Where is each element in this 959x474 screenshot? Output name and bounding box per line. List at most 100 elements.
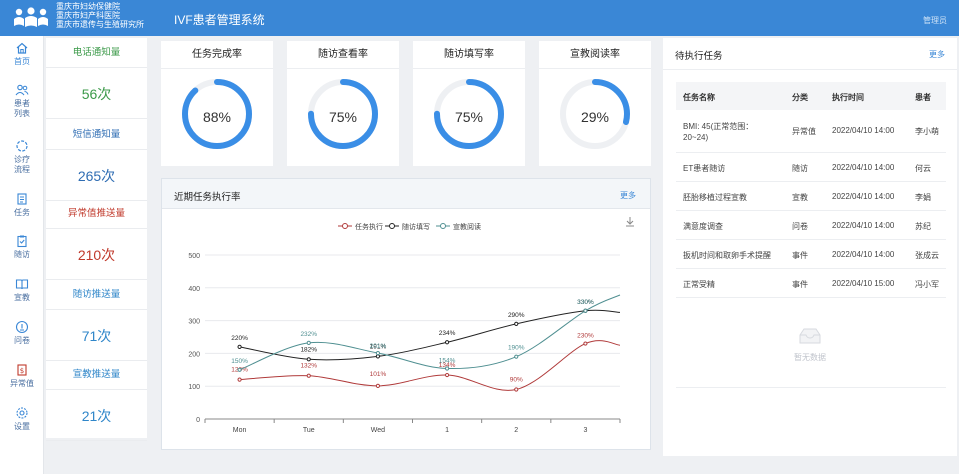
stat-label-abnormal: 异常值推送量 <box>46 199 147 229</box>
legend-label: 宣教阅读 <box>453 222 481 231</box>
gauge-title: 随访查看率 <box>287 41 399 69</box>
legend-item: 宣教阅读 <box>436 222 481 231</box>
task-name: 胚胎移植过程宣教 <box>683 193 747 202</box>
task-icon <box>17 193 27 205</box>
table-row[interactable]: 正常受精 事件 2022/04/10 15:00 冯小军 <box>676 269 946 298</box>
task-time: 2022/04/10 14:00 <box>832 126 895 135</box>
gauge-title: 宣教阅读率 <box>539 41 651 69</box>
tasks-more-link[interactable]: 更多 <box>929 49 945 60</box>
y-tick-label: 500 <box>188 253 200 260</box>
gauge-percent: 29% <box>580 109 610 125</box>
sidebar-item-home[interactable]: 首页 <box>0 41 44 67</box>
stat-label-sms: 短信通知量 <box>46 120 147 150</box>
table-row[interactable]: BMI: 45(正常范围： 20~24) 异常值 2022/04/10 14:00… <box>676 110 946 153</box>
hospital-logo-icon <box>14 7 48 27</box>
user-menu[interactable]: 管理员 <box>923 15 947 26</box>
stats-panel: 电话通知量 56次 短信通知量 265次 异常值推送量 210次 随访推送量 7… <box>46 38 147 441</box>
data-label: 182% <box>300 346 317 353</box>
y-tick-label: 300 <box>188 319 200 326</box>
table-row[interactable]: ET患者随访 随访 2022/04/10 14:00 何云 <box>676 153 946 182</box>
task-patient: 张成云 <box>915 251 939 260</box>
svg-text:$: $ <box>20 367 24 375</box>
table-row[interactable]: 胚胎移植过程宣教 宣教 2022/04/10 14:00 李娟 <box>676 182 946 211</box>
gauge-percent: 75% <box>454 109 484 125</box>
legend-item: 随访填写 <box>385 222 430 231</box>
followup-icon <box>17 235 27 248</box>
legend-item: 任务执行 <box>338 222 383 231</box>
task-type: 事件 <box>792 280 808 289</box>
legend-label: 任务执行 <box>355 222 383 231</box>
data-point <box>237 344 242 349</box>
app-header: 重庆市妇幼保健院 重庆市妇产科医院 重庆市遗传与生殖研究所 IVF患者管理系统 … <box>0 0 959 36</box>
table-header: 任务名称 分类 执行时间 患者 <box>676 82 946 110</box>
data-point <box>514 354 519 359</box>
task-time: 2022/04/10 14:00 <box>832 221 895 230</box>
sidebar-item-label: 宣教 <box>14 293 30 302</box>
sidebar-item-patients[interactable]: 患者 列表 <box>0 83 44 119</box>
task-name: 正常受精 <box>683 280 715 289</box>
sidebar-item-label: 患者 列表 <box>14 99 30 118</box>
gauge-card: 宣教阅读率 29% <box>539 41 651 166</box>
y-tick-label: 200 <box>188 351 200 358</box>
legend-marker <box>342 223 348 229</box>
task-name: BMI: 45(正常范围： 20~24) <box>683 121 783 143</box>
column-header: 分类 <box>792 93 808 102</box>
download-icon[interactable] <box>626 217 634 227</box>
gauge-card: 随访查看率 75% <box>287 41 399 166</box>
sidebar-item-settings[interactable]: 设置 <box>0 406 44 432</box>
task-name: 满意度调查 <box>683 222 723 231</box>
gauge-title: 随访填写率 <box>413 41 525 69</box>
sidebar-item-flow[interactable]: 诊疗 流程 <box>0 139 44 175</box>
task-name-line: 20~24) <box>683 133 709 142</box>
data-point <box>444 340 450 345</box>
hospital-name: 重庆市妇幼保健院 <box>56 2 120 11</box>
data-point <box>514 387 519 392</box>
data-label: 132% <box>300 363 317 370</box>
education-icon <box>15 279 29 290</box>
sidebar-item-followup[interactable]: 随访 <box>0 234 44 260</box>
column-header: 患者 <box>915 93 931 102</box>
task-type: 宣教 <box>792 193 808 202</box>
task-type: 随访 <box>792 164 808 173</box>
data-label: 154% <box>439 357 456 364</box>
data-label: 150% <box>231 358 248 365</box>
table-row[interactable]: 满意度调查 问卷 2022/04/10 14:00 苏纪 <box>676 211 946 240</box>
series-line <box>239 309 621 361</box>
abnormal-icon: $ <box>17 364 27 376</box>
stat-label-followup: 随访推送量 <box>46 280 147 310</box>
data-point <box>375 350 381 356</box>
data-point <box>444 366 450 371</box>
legend-marker <box>440 223 446 229</box>
data-point <box>583 341 588 346</box>
table-row[interactable]: 扳机时间和取卵手术提醒 事件 2022/04/10 14:00 张成云 <box>676 240 946 269</box>
stat-value-phone: 56次 <box>46 69 147 119</box>
chart-header: 近期任务执行率 更多 <box>162 179 650 209</box>
data-point <box>237 377 242 382</box>
sidebar-item-label: 诊疗 流程 <box>14 155 30 174</box>
sidebar-item-label: 异常值 <box>10 379 34 388</box>
column-header: 执行时间 <box>832 93 864 102</box>
gauge-card: 任务完成率 88% <box>161 41 273 166</box>
stat-label-education: 宣教推送量 <box>46 360 147 390</box>
data-label: 201% <box>370 343 387 350</box>
data-point <box>237 367 242 372</box>
data-label: 234% <box>439 330 456 337</box>
task-patient: 苏纪 <box>915 222 931 231</box>
data-label: 230% <box>577 333 594 340</box>
task-time: 2022/04/10 14:00 <box>832 250 895 259</box>
empty-state-text: 暂无数据 <box>794 353 826 362</box>
data-point <box>375 383 381 388</box>
data-label: 220% <box>231 335 248 342</box>
sidebar-item-education[interactable]: 宣教 <box>0 277 44 303</box>
hospital-names: 重庆市妇幼保健院 重庆市妇产科医院 重庆市遗传与生殖研究所 <box>56 2 144 29</box>
chart-more-link[interactable]: 更多 <box>620 190 636 201</box>
y-tick-label: 100 <box>188 384 200 391</box>
x-tick-label: Tue <box>303 427 315 434</box>
task-type: 事件 <box>792 251 808 260</box>
sidebar-item-abnormal[interactable]: $ 异常值 <box>0 363 44 389</box>
task-name: 扳机时间和取卵手术提醒 <box>683 251 771 260</box>
recent-task-chart-card: 近期任务执行率 更多 0 100 200 300 400 500 Mon Tue Wed 1 2 3 任… <box>161 178 651 450</box>
sidebar-item-task[interactable]: 任务 <box>0 192 44 218</box>
sidebar-item-survey[interactable]: 问卷 <box>0 320 44 346</box>
line-chart: 0 100 200 300 400 500 Mon Tue Wed 1 2 3 任务执行 随访填写 宣教阅读… <box>188 217 634 434</box>
